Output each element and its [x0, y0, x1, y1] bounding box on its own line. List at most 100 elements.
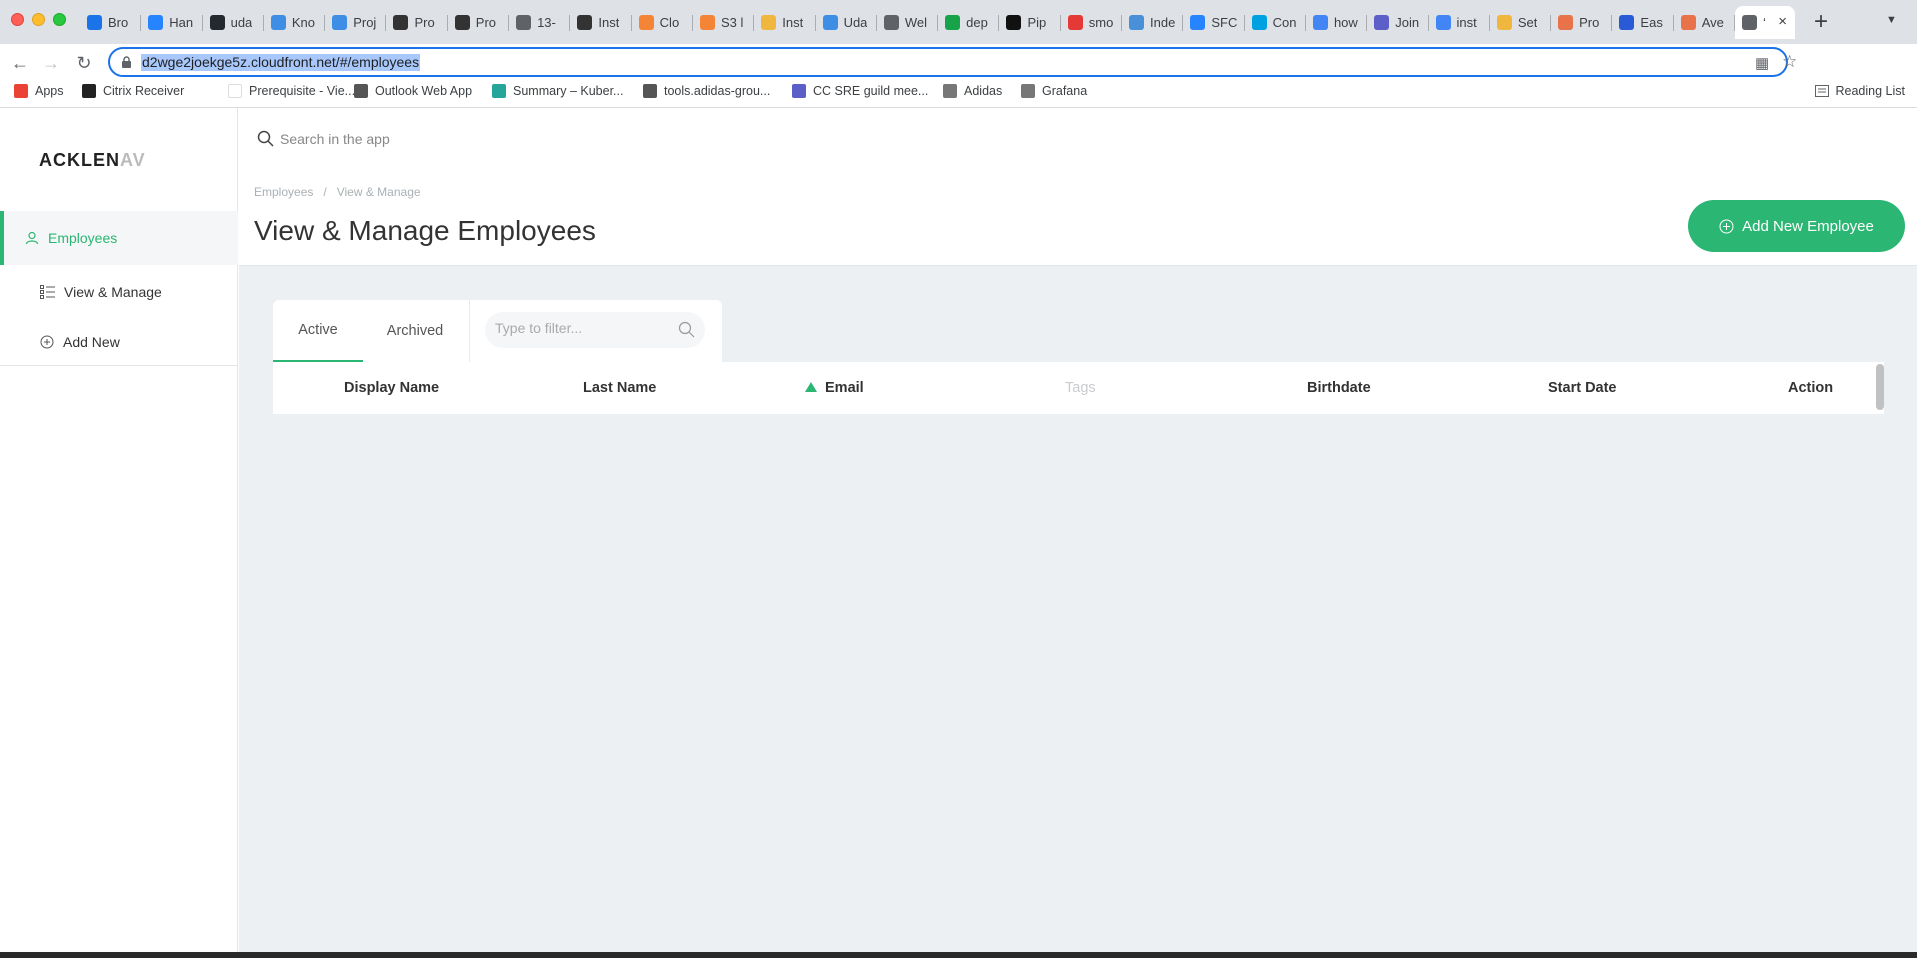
sidebar: ACKLENAV Employees View & Manage Add New — [0, 108, 238, 958]
window-close-button[interactable] — [11, 13, 24, 26]
search-icon[interactable] — [678, 321, 695, 343]
sidebar-item-view-manage[interactable]: View & Manage — [0, 265, 238, 319]
browser-tab[interactable]: Pro — [386, 6, 448, 39]
url-text[interactable]: d2wge2joekge5z.cloudfront.net/#/employee… — [141, 54, 421, 71]
bookmark-item[interactable]: tools.adidas-grou... — [643, 84, 770, 98]
browser-tab[interactable]: Eas — [1612, 6, 1674, 39]
column-email[interactable]: Email — [825, 380, 864, 396]
reading-list-icon — [1814, 85, 1829, 97]
tab-title: Inst — [598, 15, 620, 30]
employees-table-card: Active Archived Display Name Last Name E… — [273, 300, 1884, 422]
sidebar-item-label: Employees — [48, 230, 118, 246]
breadcrumb-employees[interactable]: Employees — [254, 185, 313, 199]
browser-tab[interactable]: inst — [1429, 6, 1490, 39]
bookmark-item[interactable]: Adidas — [943, 84, 1002, 98]
browser-tab[interactable]: Han — [141, 6, 203, 39]
tab-title: uda — [230, 15, 253, 30]
tab-favicon-icon — [1190, 15, 1206, 30]
browser-tabs: Bro Han uda Kno Proj Pro Pro 13- Inst Clo S3 l Inst… — [80, 6, 1796, 39]
tab-active[interactable]: Active — [273, 300, 363, 362]
browser-tab[interactable]: Clo — [632, 6, 693, 39]
browser-tab[interactable]: Uda — [816, 6, 877, 39]
sort-ascending-icon[interactable] — [805, 382, 817, 392]
bookmark-label: tools.adidas-grou... — [664, 84, 771, 98]
browser-tab[interactable]: Inst — [570, 6, 632, 39]
browser-tab[interactable]: SFC — [1183, 6, 1245, 39]
browser-toolbar: ← → ↻ d2wge2joekge5z.cloudfront.net/#/em… — [0, 44, 1917, 113]
bookmark-item[interactable]: Apps — [14, 84, 64, 98]
app: ACKLENAV Employees View & Manage Add New — [0, 108, 1917, 958]
bookmark-label: Apps — [35, 84, 64, 98]
tab-title: Kno — [291, 15, 316, 30]
browser-tab-active[interactable]: ‘× — [1735, 6, 1796, 39]
browser-tab[interactable]: Pro — [448, 6, 510, 39]
table-scrollbar[interactable] — [1876, 364, 1884, 410]
browser-tab[interactable]: Pro — [1551, 6, 1613, 39]
forward-arrow-icon[interactable]: → — [37, 49, 65, 77]
app-search-input[interactable] — [280, 130, 680, 147]
browser-tab[interactable]: Inde — [1122, 6, 1184, 39]
browser-tab[interactable]: Proj — [325, 6, 387, 39]
browser-tab[interactable]: Kno — [264, 6, 326, 39]
sidebar-item-add-new[interactable]: Add New — [0, 315, 238, 369]
bookmark-item[interactable]: CC SRE guild mee... — [792, 84, 928, 98]
user-icon — [25, 231, 39, 245]
browser-tab[interactable]: how — [1306, 6, 1368, 39]
bookmark-item[interactable]: Summary – Kuber... — [492, 84, 623, 98]
browser-tab[interactable]: S3 l — [693, 6, 755, 39]
browser-tab[interactable]: Bro — [80, 6, 142, 39]
browser-tab[interactable]: Inst — [754, 6, 816, 39]
close-tab-icon[interactable]: × — [1778, 14, 1787, 30]
bookmark-star-icon[interactable]: ☆ — [1782, 52, 1797, 72]
reload-icon[interactable]: ↻ — [70, 49, 98, 77]
browser-tab[interactable]: Con — [1245, 6, 1306, 39]
window-minimize-button[interactable] — [32, 13, 45, 26]
tab-title: Pro — [475, 15, 497, 30]
tab-title: Pro — [1579, 15, 1600, 30]
address-bar[interactable]: d2wge2joekge5z.cloudfront.net/#/employee… — [108, 47, 1797, 77]
browser-tab[interactable]: Ave — [1674, 6, 1736, 39]
bookmark-item[interactable]: Outlook Web App — [354, 84, 472, 98]
browser-tab[interactable]: Join — [1367, 6, 1429, 39]
reading-list-button[interactable]: Reading List — [1814, 84, 1905, 98]
bookmark-label: Outlook Web App — [375, 84, 473, 98]
tab-archived[interactable]: Archived — [363, 300, 467, 362]
bookmark-label: Citrix Receiver — [103, 84, 185, 98]
page-header: Employees/View & Manage View & Manage Em… — [239, 108, 1917, 266]
back-arrow-icon[interactable]: ← — [6, 49, 34, 77]
tab-favicon-icon — [1742, 15, 1758, 30]
add-new-employee-button[interactable]: Add New Employee — [1688, 200, 1905, 252]
column-tags: Tags — [1065, 380, 1096, 396]
tab-title: Uda — [843, 15, 868, 30]
tab-title: Clo — [659, 15, 680, 30]
sidebar-item-employees[interactable]: Employees — [0, 211, 238, 265]
browser-tab[interactable]: Pip — [999, 6, 1061, 39]
bookmark-item[interactable]: Prerequisite - Vie... — [228, 84, 355, 98]
column-birthdate[interactable]: Birthdate — [1307, 380, 1371, 396]
browser-tab[interactable]: uda — [203, 6, 264, 39]
bookmark-item[interactable]: Grafana — [1021, 84, 1087, 98]
column-start-date[interactable]: Start Date — [1548, 380, 1617, 396]
plus-circle-icon — [40, 335, 54, 349]
browser-tab[interactable]: Wel — [877, 6, 939, 39]
browser-tab[interactable]: Set — [1490, 6, 1552, 39]
browser-tab[interactable]: dep — [938, 6, 1000, 39]
column-display-name[interactable]: Display Name — [344, 380, 439, 396]
page-title: View & Manage Employees — [254, 215, 596, 246]
bookmark-item[interactable]: Citrix Receiver — [82, 84, 184, 98]
filter-input[interactable] — [495, 320, 665, 336]
column-last-name[interactable]: Last Name — [583, 380, 656, 396]
window-zoom-button[interactable] — [53, 13, 66, 26]
new-tab-button[interactable]: + — [1808, 8, 1834, 36]
browser-tab[interactable]: smo — [1061, 6, 1123, 39]
tab-search-chevron-icon[interactable]: ▼ — [1886, 14, 1897, 26]
tab-favicon-icon — [1435, 15, 1451, 30]
qr-code-icon[interactable]: ▦ — [1755, 54, 1769, 72]
tab-favicon-icon — [1067, 15, 1083, 30]
folder-icon — [943, 84, 957, 98]
tab-title: inst — [1456, 15, 1477, 30]
tab-title: Join — [1395, 15, 1420, 30]
browser-tab[interactable]: 13- — [509, 6, 571, 39]
filter-field — [485, 312, 705, 348]
tab-favicon-icon — [577, 15, 593, 30]
